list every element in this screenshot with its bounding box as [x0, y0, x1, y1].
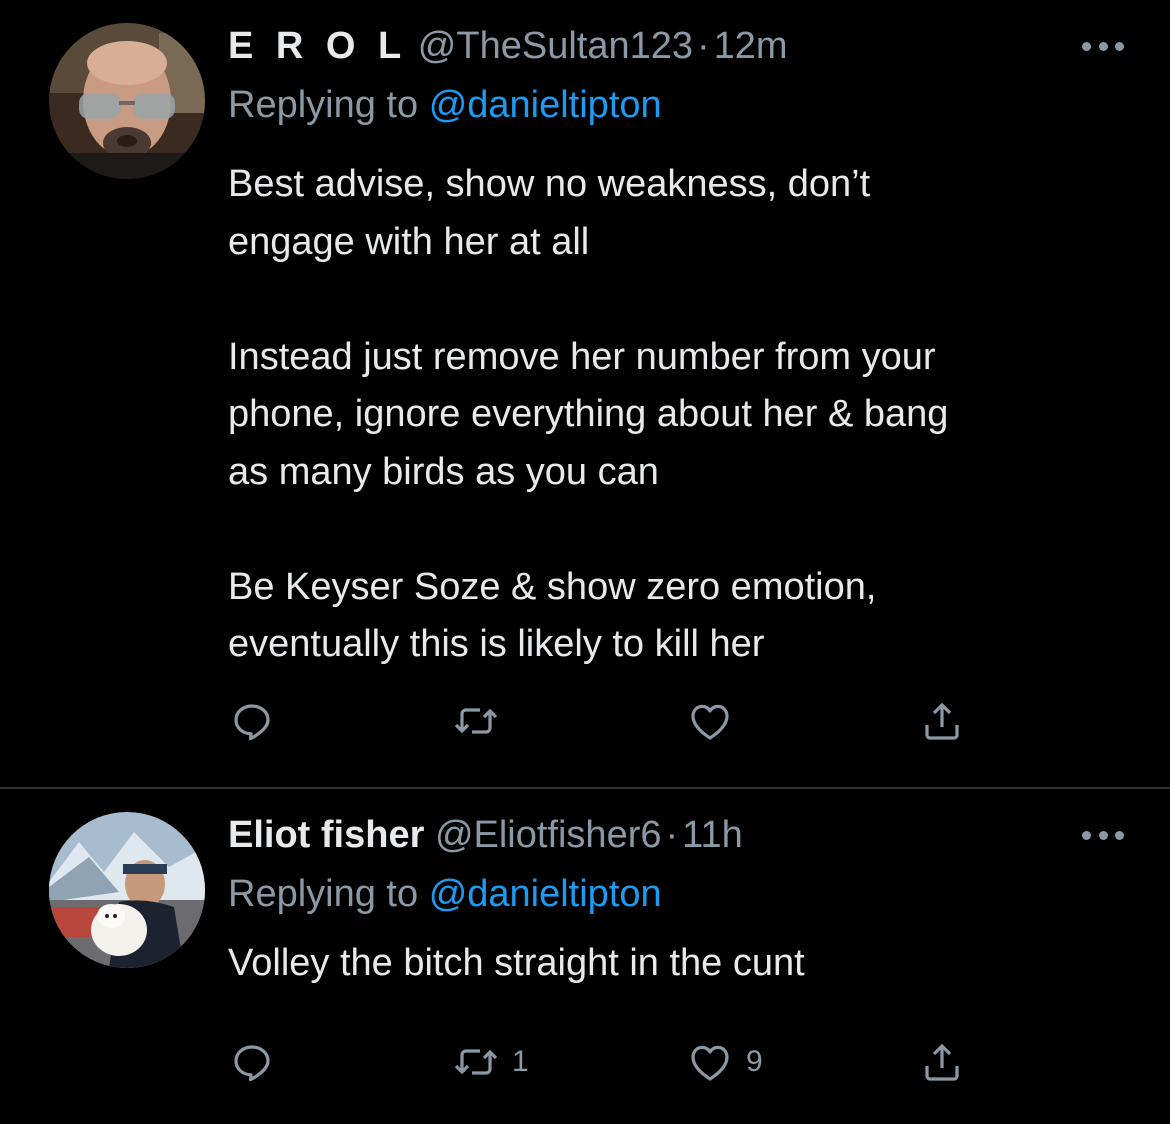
replying-label: Replying to: [228, 873, 419, 915]
avatar-photo: [49, 23, 205, 179]
share-button[interactable]: [918, 1037, 966, 1087]
timestamp[interactable]: 11h: [682, 814, 743, 856]
like-button[interactable]: 9: [686, 1037, 763, 1087]
avatar[interactable]: [49, 812, 205, 968]
reply-icon: [234, 1045, 270, 1082]
tweet-actions: 1 9: [228, 1037, 988, 1087]
retweet-button[interactable]: [452, 696, 512, 746]
like-icon: [691, 704, 729, 740]
share-icon: [925, 702, 959, 740]
replying-to: Replying to @danieltipton: [228, 82, 662, 128]
tweet-header: Eliot fisher @Eliotfisher6 · 11h: [228, 813, 743, 857]
tweet-text: Volley the bitch straight in the cunt: [228, 942, 805, 984]
display-name[interactable]: E R O L: [228, 25, 407, 67]
more-options-icon[interactable]: [1082, 36, 1124, 56]
retweet-count: 1: [512, 1045, 529, 1078]
share-button[interactable]: [918, 696, 966, 746]
user-handle[interactable]: @TheSultan123: [418, 25, 693, 67]
timestamp[interactable]: 12m: [714, 25, 788, 67]
separator-dot: ·: [665, 814, 679, 856]
share-icon: [925, 1043, 959, 1081]
like-icon: [691, 1045, 729, 1081]
replying-to: Replying to @danieltipton: [228, 871, 662, 917]
retweet-icon: [454, 708, 498, 734]
reply-button[interactable]: [228, 696, 288, 746]
reply-icon: [234, 704, 270, 741]
avatar[interactable]: [49, 23, 205, 179]
display-name[interactable]: Eliot fisher: [228, 814, 424, 856]
reply-button[interactable]: [228, 1037, 288, 1087]
more-options-icon[interactable]: [1082, 825, 1124, 845]
retweet-icon: [454, 1049, 498, 1075]
user-handle[interactable]: @Eliotfisher6: [435, 814, 662, 856]
tweet-actions: [228, 696, 988, 746]
tweet[interactable]: Eliot fisher @Eliotfisher6 · 11h Replying …: [0, 789, 1170, 1124]
tweet[interactable]: E R O L @TheSultan123 · 12m Replying to @d…: [0, 0, 1170, 787]
tweet-text: Best advise, show no weakness, don’t eng…: [228, 163, 949, 665]
mention-link[interactable]: @danieltipton: [429, 84, 662, 126]
separator-dot: ·: [697, 25, 710, 67]
like-count: 9: [746, 1045, 763, 1078]
like-button[interactable]: [686, 696, 746, 746]
retweet-button[interactable]: 1: [452, 1037, 529, 1087]
mention-link[interactable]: @danieltipton: [429, 873, 662, 915]
replying-label: Replying to: [228, 84, 419, 126]
tweet-header: E R O L @TheSultan123 · 12m: [228, 24, 788, 68]
avatar-photo: [49, 812, 205, 968]
